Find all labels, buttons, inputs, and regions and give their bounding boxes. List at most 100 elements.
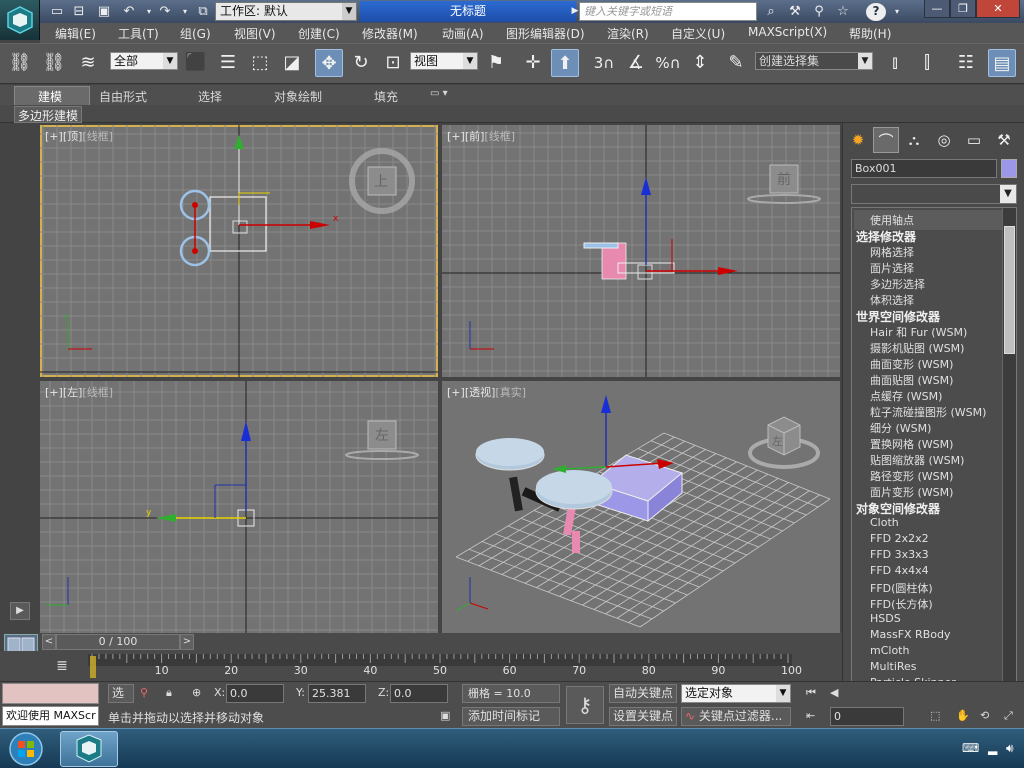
modifier-list-scroll-thumb[interactable]	[1004, 226, 1015, 354]
maxscript-label[interactable]: 欢迎使用 MAXScr	[2, 706, 99, 726]
menu-group[interactable]: 组(G)	[180, 25, 211, 42]
undo-icon[interactable]: ↶	[120, 3, 138, 20]
set-key-mode-icon[interactable]: ⚷	[566, 686, 604, 724]
modifier-item[interactable]: 贴图缩放器 (WSM)	[870, 452, 964, 468]
menu-tools[interactable]: 工具(T)	[118, 25, 159, 42]
x-coord-input[interactable]: 0.0	[226, 684, 284, 703]
new-file-icon[interactable]: ▭	[48, 3, 66, 20]
modifier-item[interactable]: Hair 和 Fur (WSM)	[870, 324, 967, 340]
mini-curve-editor-icon[interactable]: ≣	[50, 656, 74, 676]
viewport-left-view[interactable]: [左]	[63, 386, 83, 399]
keyboard-shortcut-override-icon[interactable]: ⬆	[551, 49, 579, 77]
select-and-move-icon[interactable]: ✥	[315, 49, 343, 77]
modifier-item[interactable]: 曲面贴图 (WSM)	[870, 372, 953, 388]
viewport-top[interactable]: x y [+][顶][线框] 上	[40, 125, 438, 377]
viewport-front-label[interactable]: [+][前][线框]	[447, 128, 515, 144]
modify-panel-tab[interactable]: ⌒	[873, 127, 899, 153]
select-and-scale-icon[interactable]: ⊡	[379, 49, 407, 77]
time-slider-next-icon[interactable]: >	[180, 634, 194, 650]
viewport-top-view[interactable]: [顶]	[63, 130, 83, 143]
menu-graph-editors[interactable]: 图形编辑器(D)	[506, 25, 585, 42]
viewport-top-mode[interactable]: [线框]	[82, 130, 113, 143]
named-selection-sets-dropdown[interactable]: 创建选择集 ▼	[755, 52, 873, 70]
maxscript-listener-input[interactable]	[2, 683, 99, 704]
viewport-left-mode[interactable]: [线框]	[82, 386, 113, 399]
modifier-item[interactable]: 使用轴点	[870, 212, 914, 228]
add-time-tag-button[interactable]: 添加时间标记	[462, 707, 560, 726]
minimize-button[interactable]: —	[924, 0, 950, 18]
unlink-icon[interactable]: ⛓	[40, 49, 68, 77]
viewport-perspective-view[interactable]: [透视]	[465, 386, 496, 399]
modifier-item[interactable]: 细分 (WSM)	[870, 420, 931, 436]
go-to-start-icon[interactable]: ⏮	[806, 686, 816, 700]
menu-views[interactable]: 视图(V)	[234, 25, 276, 42]
redo-icon[interactable]: ↷	[156, 3, 174, 20]
modifier-item[interactable]: MultiRes	[870, 660, 917, 673]
edit-named-selection-icon[interactable]: ✎	[722, 49, 750, 77]
menu-animation[interactable]: 动画(A)	[442, 25, 484, 42]
menu-maxscript[interactable]: MAXScript(X)	[748, 25, 827, 39]
rectangular-selection-icon[interactable]: ⬚	[246, 49, 274, 77]
viewport-front-view[interactable]: [前]	[465, 130, 485, 143]
modifier-item[interactable]: 路径变形 (WSM)	[870, 468, 953, 484]
help-icon[interactable]: ?	[866, 3, 886, 21]
viewport-front-mode[interactable]: [线框]	[484, 130, 515, 143]
reference-coordinate-dropdown[interactable]: 视图 ▼	[410, 52, 478, 70]
modifier-item[interactable]: FFD(圆柱体)	[870, 580, 933, 596]
viewport-left-plus[interactable]: [+]	[45, 386, 63, 399]
utilities-panel-tab[interactable]: ⚒	[991, 127, 1017, 153]
hierarchy-panel-tab[interactable]: ⛬	[901, 127, 927, 153]
key-target-dropdown[interactable]: 选定对象 ▼	[681, 684, 791, 703]
start-button[interactable]	[4, 729, 50, 768]
modifier-item[interactable]: FFD 4x4x4	[870, 564, 929, 577]
modifier-item[interactable]: mCloth	[870, 644, 909, 657]
modifier-item[interactable]: 多边形选择	[870, 276, 925, 292]
viewport-left[interactable]: y [+][左][线框] 左	[40, 381, 438, 633]
viewport-left-label[interactable]: [+][左][线框]	[45, 384, 113, 400]
prev-frame-icon[interactable]: ◀︎	[830, 686, 838, 699]
ribbon-options-icon[interactable]: ▭ ▾	[430, 88, 448, 99]
snaps-toggle-icon[interactable]: 3∩	[590, 49, 618, 77]
ribbon-tab-populate[interactable]: 填充	[374, 88, 398, 105]
menu-create[interactable]: 创建(C)	[298, 25, 340, 42]
communication-icon[interactable]: ⚲	[810, 3, 828, 20]
modifier-item[interactable]: 体积选择	[870, 292, 914, 308]
spinner-snap-icon[interactable]: ⇕	[686, 49, 714, 77]
modifier-item[interactable]: FFD 3x3x3	[870, 548, 929, 561]
current-frame-input[interactable]: 0	[830, 707, 904, 726]
manipulate-icon[interactable]: ✛	[519, 49, 547, 77]
viewport-perspective-plus[interactable]: [+]	[447, 386, 465, 399]
modifier-item[interactable]: 面片变形 (WSM)	[870, 484, 953, 500]
select-and-rotate-icon[interactable]: ↻	[347, 49, 375, 77]
pivot-center-icon[interactable]: ⚑	[482, 49, 510, 77]
play-animation-icon[interactable]: ▶	[10, 602, 30, 620]
create-panel-tab[interactable]: ✹	[845, 127, 871, 153]
project-folder-icon[interactable]: ⧉	[194, 3, 212, 20]
align-icon[interactable]: ⫿	[913, 49, 941, 77]
absolute-mode-icon[interactable]: ⊕	[192, 686, 201, 699]
volume-icon[interactable]: 🔊︎	[1006, 741, 1014, 756]
ribbon-sub-label[interactable]: 多边形建模	[14, 106, 83, 123]
menu-edit[interactable]: 编辑(E)	[55, 25, 96, 42]
select-by-name-icon[interactable]: ☰	[214, 49, 242, 77]
viewport-perspective-label[interactable]: [+][透视][真实]	[447, 384, 526, 400]
modifier-item[interactable]: 网格选择	[870, 244, 914, 260]
add-time-tag-icon[interactable]: ▣	[440, 709, 450, 722]
modifier-item[interactable]: HSDS	[870, 612, 901, 625]
modifier-item[interactable]: 曲面变形 (WSM)	[870, 356, 953, 372]
save-file-icon[interactable]: ▣	[95, 3, 113, 20]
viewport-top-label[interactable]: [+][顶][线框]	[45, 128, 113, 144]
menu-customize[interactable]: 自定义(U)	[671, 25, 725, 42]
viewcube-icon[interactable]: 左	[342, 419, 422, 463]
search-input[interactable]: 键入关键字或短语	[579, 2, 757, 21]
modifier-list-dropdown[interactable]: ▼	[851, 184, 1017, 204]
app-menu-button[interactable]	[0, 0, 40, 40]
key-filters-button[interactable]: ∿ 关键点过滤器...	[681, 707, 791, 726]
network-icon[interactable]: ▂	[988, 741, 997, 755]
viewcube-icon[interactable]: 上	[348, 147, 416, 215]
mirror-icon[interactable]: ⫾	[881, 49, 909, 77]
viewcube-icon[interactable]: 前	[744, 161, 824, 205]
maximize-viewport-icon[interactable]: ⤢	[1004, 709, 1013, 723]
link-icon[interactable]: ⛓	[6, 49, 34, 77]
motion-panel-tab[interactable]: ◎	[931, 127, 957, 153]
